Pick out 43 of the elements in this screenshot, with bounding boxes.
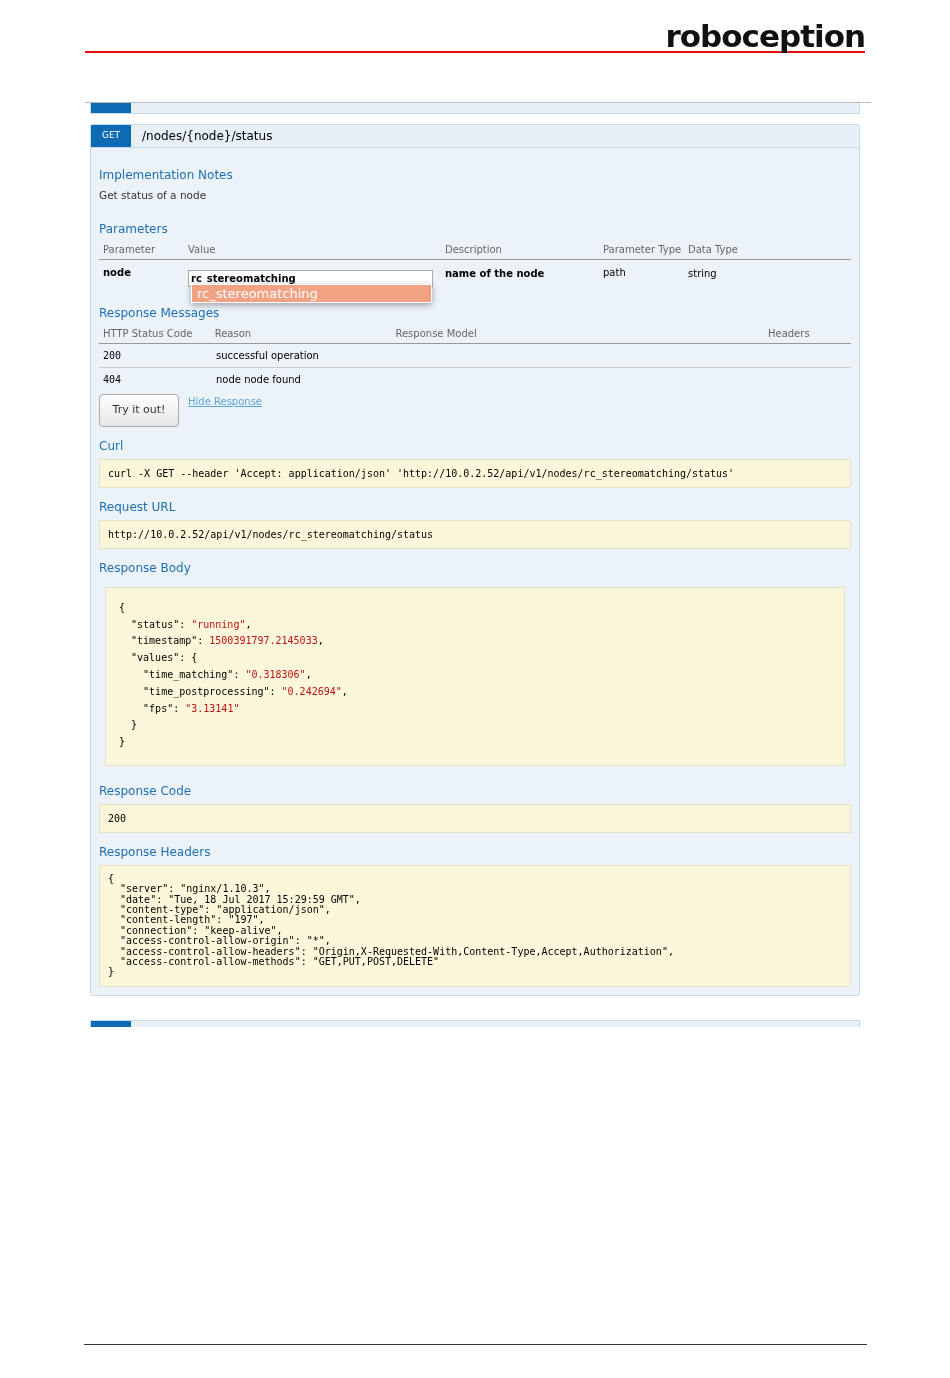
status-code: 404 [103,373,123,388]
column-header: Data Type [688,242,740,257]
section-title: Request URL [99,498,177,516]
code-box: { "server": "nginx/1.10.3", "date": "Tue, 18 Jul 2017 15:29:59 GMT", "content-type": "application/json", "content-length": "197", "connection": "keep-alive", "access-control-allow-origin": "*", "access-control-allow-headers": "Origin,X-Requested-With,Content-Type,Accept,Authorization", "access-control-allow-methods": "GET,PUT,POST,DELETE" } [99,864,851,987]
column-header: Parameter [103,242,157,257]
parameter-type: path [603,265,627,280]
section-title: Response Body [99,559,192,577]
method-badge[interactable]: GET [91,125,131,147]
endpoint-path[interactable]: /nodes/{node}/status [142,127,273,145]
column-header: Response Model [395,326,478,341]
code-box: http://10.0.2.52/api/v1/nodes/rc_stereomatching/status [99,519,851,549]
json-line: "timestamp": 1500391797.2145033, [130,634,325,649]
json-line: "status": "running", [130,617,253,632]
data-type: string [688,266,718,281]
json-line: "time_matching": "0.318306", [142,667,313,683]
parameter-name: node [103,265,132,280]
json-line: "time_postprocessing": "0.242694", [142,684,349,700]
column-header: Headers [767,326,811,341]
section-title: Implementation Notes [99,167,234,184]
section-title: Response Messages [99,304,221,322]
section-title: Curl [99,437,125,455]
logo: roboception [665,18,865,54]
status-code: 200 [103,348,123,363]
json-line: "values": { [130,651,199,666]
json-line: } [119,735,127,750]
column-header: Description [445,242,503,257]
section-title: Response Code [99,782,193,800]
json-line: { [119,600,127,615]
status-reason: node node found [216,373,301,388]
code-box: 200 [99,803,851,833]
json-line: "fps": "3.13141" [142,701,241,716]
column-header: HTTP Status Code [103,326,194,341]
column-header: Parameter Type [603,242,683,257]
column-header: Value [188,242,217,257]
section-title: Response Headers [99,843,212,861]
code-box: curl -X GET --header 'Accept: application/json' 'http://10.0.2.52/api/v1/nodes/rc_stereomatching/status' [99,458,851,488]
try-it-out-button[interactable]: Try it out! [99,393,179,427]
json-line: } [130,718,139,733]
section-title: Parameters [99,220,169,238]
status-reason: successful operation [216,348,319,363]
notes-text: Get status of a node [99,188,208,203]
column-header: Reason [214,326,253,341]
parameter-description: name of the node [445,266,546,281]
